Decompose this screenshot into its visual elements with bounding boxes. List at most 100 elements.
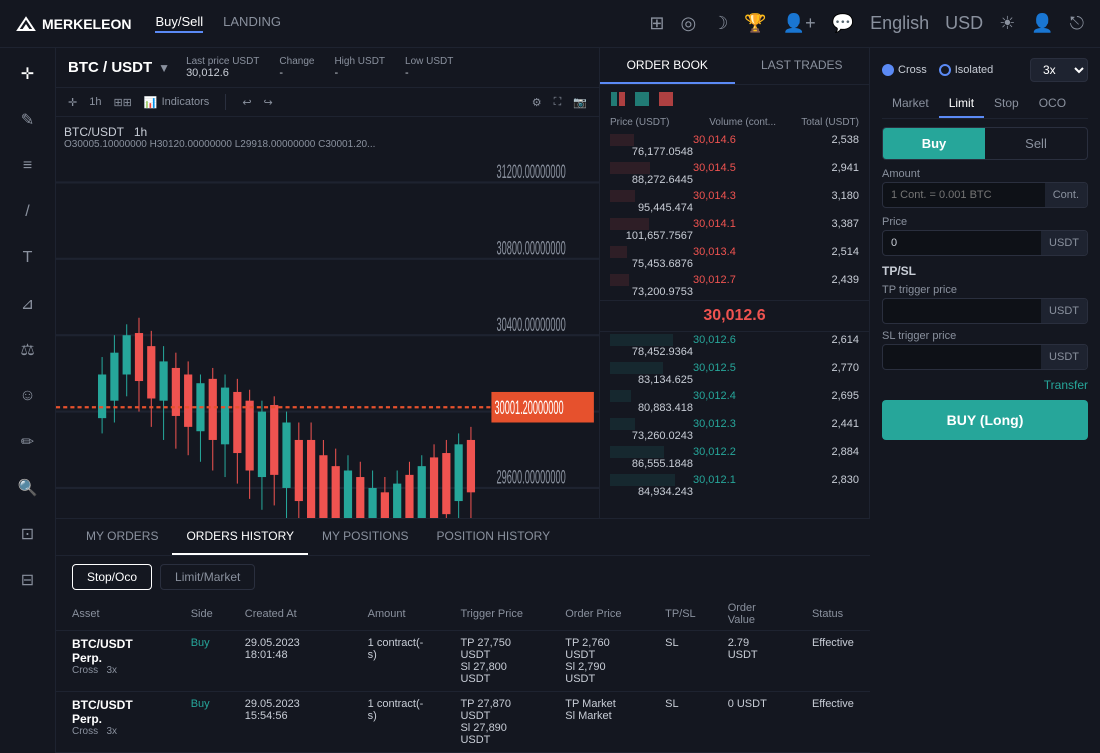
theme-icon[interactable]: ☀ bbox=[999, 13, 1015, 34]
cell-created: 29.05.2023 15:54:56 bbox=[229, 692, 352, 753]
sidebar-zoom-icon[interactable]: 🔍 bbox=[12, 472, 44, 504]
sidebar-layers-icon[interactable]: ⊟ bbox=[12, 564, 44, 596]
chat-icon[interactable]: 💬 bbox=[832, 13, 854, 34]
sidebar-measure-icon[interactable]: ⚖ bbox=[12, 334, 44, 366]
svg-text:30800.00000000: 30800.00000000 bbox=[497, 238, 566, 260]
sidebar-highlight-icon[interactable]: ✏ bbox=[12, 426, 44, 458]
language-selector[interactable]: English bbox=[870, 13, 929, 34]
bottom-tabs: MY ORDERS ORDERS HISTORY MY POSITIONS PO… bbox=[56, 519, 870, 556]
ob-bid-icon[interactable] bbox=[634, 91, 650, 107]
table-row: BTC/USDT Perp. Cross 3x Buy 29.05.2023 1… bbox=[56, 692, 870, 753]
tab-orders-history[interactable]: ORDERS HISTORY bbox=[172, 519, 308, 555]
currency-selector[interactable]: USD bbox=[945, 13, 983, 34]
tab-my-orders[interactable]: MY ORDERS bbox=[72, 519, 172, 555]
ob-bid-row[interactable]: 30,012.4 2,695 80,883.418 bbox=[600, 388, 869, 416]
price-suffix: USDT bbox=[1041, 231, 1087, 255]
toolbar-indicators[interactable]: 📊 Indicators bbox=[144, 96, 209, 109]
ob-ask-icon[interactable] bbox=[658, 91, 674, 107]
col-order-price: Order Price bbox=[549, 598, 649, 631]
amount-input-row: Cont. bbox=[882, 182, 1088, 208]
cross-radio[interactable]: Cross bbox=[882, 64, 927, 76]
price-input[interactable] bbox=[883, 231, 1041, 255]
ob-ask-row[interactable]: 30,012.7 2,439 73,200.9753 bbox=[600, 272, 869, 300]
bottom-subtabs: Stop/Oco Limit/Market bbox=[56, 556, 870, 598]
ob-bid-row[interactable]: 30,012.1 2,830 84,934.243 bbox=[600, 472, 869, 500]
sidebar-pencil-icon[interactable]: ✎ bbox=[12, 104, 44, 136]
subtab-limit-market[interactable]: Limit/Market bbox=[160, 564, 255, 590]
toolbar-timeframe[interactable]: 1h bbox=[89, 96, 101, 108]
chart-icon[interactable]: ⊞ bbox=[649, 13, 664, 34]
tab-last-trades[interactable]: LAST TRADES bbox=[735, 48, 870, 84]
ob-bid-row[interactable]: 30,012.2 2,884 86,555.1848 bbox=[600, 444, 869, 472]
tab-limit[interactable]: Limit bbox=[939, 90, 984, 118]
circle-icon[interactable]: ◎ bbox=[680, 13, 696, 34]
ob-bids: 30,012.6 2,614 78,452.9364 30,012.5 2,77… bbox=[600, 332, 869, 500]
nav-landing[interactable]: LANDING bbox=[223, 14, 281, 33]
ob-ask-row[interactable]: 30,014.5 2,941 88,272.6445 bbox=[600, 160, 869, 188]
isolated-radio[interactable]: Isolated bbox=[939, 64, 994, 76]
low-label: Low USDT bbox=[405, 56, 453, 67]
logo[interactable]: MERKELEON bbox=[16, 14, 131, 34]
user-add-icon[interactable]: 👤+ bbox=[783, 13, 816, 34]
toolbar-type[interactable]: ⊞⊞ bbox=[113, 96, 131, 109]
buy-button[interactable]: Buy bbox=[883, 128, 985, 159]
sidebar-magnet-icon[interactable]: ⊡ bbox=[12, 518, 44, 550]
ob-both-icon[interactable] bbox=[610, 91, 626, 107]
ob-ask-row[interactable]: 30,014.6 2,538 76,177.0548 bbox=[600, 132, 869, 160]
tab-oco[interactable]: OCO bbox=[1029, 90, 1076, 118]
amount-input[interactable] bbox=[883, 183, 1045, 207]
ob-mid-price: 30,012.6 bbox=[600, 300, 869, 332]
order-panel: Cross Isolated 3x 5x 10x Market Limit St… bbox=[870, 48, 1100, 753]
sidebar-crosshair-icon[interactable]: ✛ bbox=[12, 58, 44, 90]
col-order-value: Order Value bbox=[712, 598, 796, 631]
sl-trigger-input[interactable] bbox=[883, 345, 1041, 369]
ob-bid-row[interactable]: 30,012.6 2,614 78,452.9364 bbox=[600, 332, 869, 360]
tab-stop[interactable]: Stop bbox=[984, 90, 1029, 118]
trophy-icon[interactable]: 🏆 bbox=[744, 13, 766, 34]
svg-text:31200.00000000: 31200.00000000 bbox=[497, 161, 566, 183]
logout-icon[interactable]: ⎋ bbox=[1070, 13, 1084, 34]
sidebar-emoji-icon[interactable]: ☺ bbox=[12, 380, 44, 412]
account-icon[interactable]: 👤 bbox=[1031, 13, 1053, 34]
toolbar-fullscreen[interactable]: ⛶ bbox=[554, 96, 562, 109]
sell-button[interactable]: Sell bbox=[985, 128, 1087, 159]
leverage-select[interactable]: 3x 5x 10x bbox=[1030, 58, 1088, 82]
tab-position-history[interactable]: POSITION HISTORY bbox=[423, 519, 565, 555]
cell-order-value: 2.79 USDT bbox=[712, 631, 796, 692]
amount-section: Amount Cont. bbox=[882, 168, 1088, 208]
sidebar-text-icon[interactable]: T bbox=[12, 242, 44, 274]
svg-text:30400.00000000: 30400.00000000 bbox=[497, 314, 566, 336]
cell-amount: 1 contract(-s) bbox=[352, 631, 445, 692]
tab-market[interactable]: Market bbox=[882, 90, 939, 118]
tp-trigger-input[interactable] bbox=[883, 299, 1041, 323]
toolbar-redo[interactable]: ↪ bbox=[264, 96, 273, 109]
ob-ask-row[interactable]: 30,013.4 2,514 75,453.6876 bbox=[600, 244, 869, 272]
amount-suffix: Cont. bbox=[1045, 183, 1087, 207]
toolbar-undo[interactable]: ↩ bbox=[242, 96, 251, 109]
low-value: - bbox=[405, 67, 453, 79]
buy-long-button[interactable]: BUY (Long) bbox=[882, 400, 1088, 440]
toolbar-crosshair[interactable]: ✛ bbox=[68, 96, 77, 109]
ob-header-total: Total (USDT) bbox=[776, 117, 859, 128]
tp-suffix: USDT bbox=[1041, 299, 1087, 323]
sidebar-lines-icon[interactable]: ≡ bbox=[12, 150, 44, 182]
toolbar-settings[interactable]: ⚙ bbox=[532, 96, 542, 109]
pair-chevron-icon: ▼ bbox=[158, 61, 170, 75]
ob-bid-row[interactable]: 30,012.5 2,770 83,134.625 bbox=[600, 360, 869, 388]
transfer-link[interactable]: Transfer bbox=[882, 378, 1088, 392]
ob-bid-row[interactable]: 30,012.3 2,441 73,260.0243 bbox=[600, 416, 869, 444]
tab-my-positions[interactable]: MY POSITIONS bbox=[308, 519, 422, 555]
price-section: Price USDT bbox=[882, 216, 1088, 256]
nav-buy-sell[interactable]: Buy/Sell bbox=[155, 14, 203, 33]
pair-selector[interactable]: BTC / USDT ▼ bbox=[68, 59, 170, 76]
subtab-stop-oco[interactable]: Stop/Oco bbox=[72, 564, 152, 590]
sidebar-shapes-icon[interactable]: ⊿ bbox=[12, 288, 44, 320]
ob-ask-row[interactable]: 30,014.1 3,387 101,657.7567 bbox=[600, 216, 869, 244]
toolbar-camera[interactable]: 📷 bbox=[573, 96, 587, 109]
col-tpsl: TP/SL bbox=[649, 598, 712, 631]
moon-icon[interactable]: ☽ bbox=[712, 13, 728, 34]
last-price-label: Last price USDT bbox=[186, 56, 259, 67]
sidebar-trend-icon[interactable]: / bbox=[12, 196, 44, 228]
tab-order-book[interactable]: ORDER BOOK bbox=[600, 48, 735, 84]
ob-ask-row[interactable]: 30,014.3 3,180 95,445.474 bbox=[600, 188, 869, 216]
